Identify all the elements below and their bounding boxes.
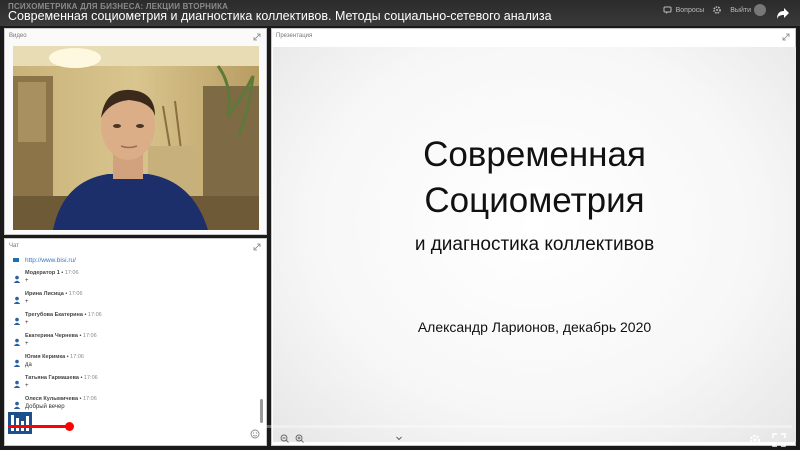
video-title[interactable]: Современная социометрия и диагностика ко… [8, 9, 552, 23]
chat-message-list[interactable]: http://www.bisi.ru/ Модератор 1 • 17:06 … [11, 255, 261, 425]
webcam-video [13, 46, 259, 230]
progress-bar[interactable] [8, 422, 792, 431]
user-icon [13, 359, 21, 367]
chat-link-text[interactable]: http://www.bisi.ru/ [25, 257, 76, 264]
user-icon [13, 401, 21, 409]
expand-icon[interactable] [253, 33, 261, 41]
gear-icon[interactable] [748, 433, 762, 447]
webcam-image [13, 46, 259, 230]
slide-title-line2: Социометрия [424, 181, 645, 220]
chat-message: Ирина Лисица • 17:06 + [11, 291, 261, 312]
chat-time: 17:06 [64, 270, 79, 276]
presentation-panel-header: Презентация [276, 33, 313, 39]
video-panel: Видео [4, 28, 267, 235]
fullscreen-icon[interactable] [772, 433, 786, 447]
chat-time: 17:06 [83, 396, 97, 402]
presentation-slide: Современная Социометрия и диагностика ко… [273, 47, 796, 442]
time-display: 4:20 / 54:54 [86, 435, 134, 445]
top-right-controls: Вопросы Выйти [663, 4, 766, 16]
chat-author: Ирина Лисица [25, 291, 64, 297]
chat-scrollbar[interactable] [260, 399, 263, 423]
chat-message: Модератор 1 • 17:06 + [11, 270, 261, 291]
questions-button[interactable]: Вопросы [663, 5, 705, 15]
chat-time: 17:06 [68, 291, 83, 297]
next-icon[interactable] [40, 433, 54, 447]
chat-author: Екатерина Чернева [25, 333, 78, 339]
user-icon [13, 338, 21, 346]
chat-author: Трегубова Екатерина [25, 312, 83, 318]
chat-author: Татьяна Гармашева [25, 375, 79, 381]
chat-text: + [25, 320, 29, 326]
user-icon [13, 296, 21, 304]
chat-message: Екатерина Чернева • 17:06 + [11, 333, 261, 354]
chat-time: 17:06 [83, 375, 98, 381]
video-panel-header: Видео [9, 33, 27, 39]
chat-author: Олеся Кулымичева [25, 396, 79, 402]
slide-author: Александр Ларионов, декабрь 2020 [417, 319, 652, 335]
link-bullet-icon [13, 258, 19, 262]
chat-link[interactable]: http://www.bisi.ru/ [13, 257, 261, 264]
slide-title-line1: Современная [423, 135, 646, 174]
chat-text: Добрый вечер [25, 404, 65, 410]
chat-author: Модератор 1 [25, 270, 60, 276]
chat-message: Трегубова Екатерина • 17:06 + [11, 312, 261, 333]
slide-subtitle: и диагностика коллективов [414, 234, 655, 255]
volume-icon[interactable] [62, 433, 76, 447]
user-icon [13, 317, 21, 325]
questions-label: Вопросы [675, 6, 705, 14]
exit-button[interactable]: Выйти [730, 4, 766, 16]
play-icon[interactable] [16, 433, 30, 447]
player-controls: 4:20 / 54:54 [0, 430, 800, 450]
chat-author: Юлия Керимка [25, 354, 66, 360]
progress-fill [8, 425, 70, 428]
questions-icon [663, 6, 672, 14]
chat-text: + [25, 341, 29, 347]
chat-message: Татьяна Гармашева • 17:06 + [11, 375, 261, 396]
chat-text: да [25, 362, 32, 368]
chat-text: + [25, 299, 29, 305]
chat-time: 17:06 [82, 333, 97, 339]
chat-text: + [25, 383, 29, 389]
chat-text: + [25, 278, 29, 284]
user-icon [13, 275, 21, 283]
expand-icon[interactable] [782, 33, 790, 41]
expand-icon[interactable] [253, 243, 261, 251]
share-icon[interactable] [776, 6, 790, 20]
exit-label: Выйти [730, 6, 751, 14]
user-icon [13, 380, 21, 388]
chat-time: 17:06 [87, 312, 102, 318]
chat-message: Юлия Керимка • 17:06 да [11, 354, 261, 375]
avatar [754, 4, 766, 16]
gear-icon[interactable] [712, 5, 722, 15]
chat-panel-header: Чат [9, 243, 19, 249]
presentation-panel: Презентация Современная Социометрия и ди… [271, 28, 796, 446]
chat-time: 17:06 [70, 354, 84, 360]
